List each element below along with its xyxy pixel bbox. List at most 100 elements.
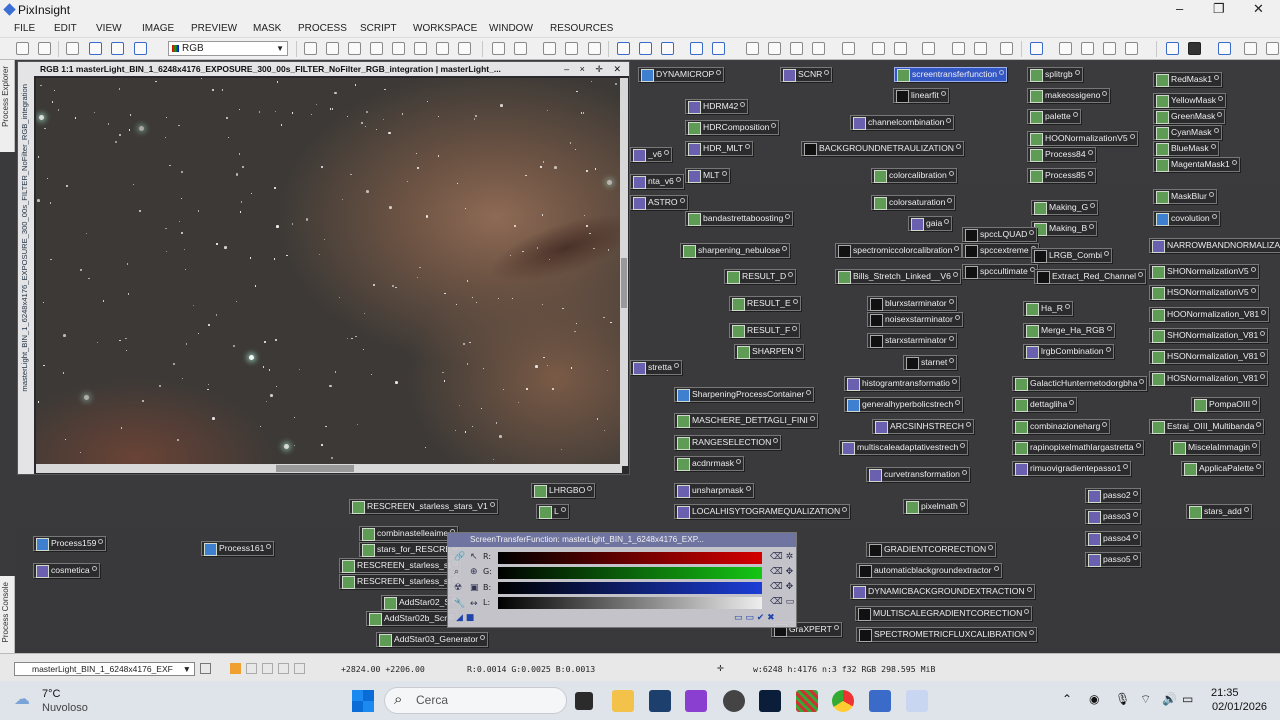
boost-icon[interactable]: ▣ xyxy=(470,583,479,593)
menu-view[interactable]: VIEW xyxy=(96,23,122,34)
image-id-tab[interactable]: masterLight_BIN_1_6248x4176_EXPOSURE_300… xyxy=(18,76,34,474)
process-icon[interactable]: linearfit xyxy=(893,88,949,103)
zoom-icon[interactable]: ⌕ xyxy=(454,567,459,577)
process-console-tab[interactable]: Process Console xyxy=(0,576,15,653)
menu-script[interactable]: SCRIPT xyxy=(360,23,397,34)
process-icon[interactable]: nta_v6 xyxy=(630,174,684,189)
process-icon[interactable]: multiscaleadaptativestrech xyxy=(839,440,969,455)
process-icon[interactable]: NARROWBANDNORMALIZA xyxy=(1149,238,1280,253)
process-icon[interactable]: channelcombination xyxy=(850,115,955,130)
select-icon[interactable]: ↖ xyxy=(470,552,478,562)
process-icon[interactable]: rimuovigradientepasso1 xyxy=(1012,461,1132,476)
windows-start-icon[interactable] xyxy=(352,690,374,712)
menu-file[interactable]: FILE xyxy=(14,23,35,34)
process-icon[interactable]: HOSNormalization_V81 xyxy=(1149,371,1269,386)
auto-stretch-icon[interactable]: ☢ xyxy=(454,583,462,593)
process-icon[interactable]: spccextreme xyxy=(962,243,1039,258)
undo-icon[interactable] xyxy=(16,42,29,55)
process-icon[interactable]: passo2 xyxy=(1085,488,1141,503)
process-icon[interactable]: stretta xyxy=(630,360,682,375)
zoom-out-icon[interactable] xyxy=(514,42,527,55)
zoom-1-icon[interactable] xyxy=(588,42,601,55)
process-icon[interactable]: Estrai_OIII_Multibanda xyxy=(1149,419,1265,434)
process-icon[interactable]: GreenMask xyxy=(1153,109,1226,124)
tool-1-icon[interactable] xyxy=(746,42,759,55)
process-icon[interactable]: histogramtransformatio xyxy=(844,376,960,391)
process-icon[interactable]: GRADIENTCORRECTION xyxy=(866,542,997,557)
process-icon[interactable]: passo5 xyxy=(1085,552,1141,567)
tool-10-icon[interactable] xyxy=(1000,42,1013,55)
stf-red-slider[interactable] xyxy=(498,552,762,564)
mask-option-2-icon[interactable] xyxy=(262,663,273,674)
cloud-icon[interactable]: ☁ xyxy=(14,689,30,709)
preview-edit-icon[interactable] xyxy=(639,42,652,55)
process-icon[interactable]: HOONormalizationV5 xyxy=(1027,131,1138,146)
app-icon-4[interactable] xyxy=(796,690,818,712)
process-icon[interactable]: GalacticHuntermetodorgbha xyxy=(1012,376,1148,391)
volume-icon[interactable]: 🔊 xyxy=(1162,692,1177,706)
tool-4-icon[interactable] xyxy=(812,42,825,55)
process-icon[interactable]: generalhyperbolicstrech xyxy=(844,397,964,412)
process-icon[interactable]: LHRGBO xyxy=(531,483,596,498)
tool-6-icon[interactable] xyxy=(894,42,907,55)
microphone-icon[interactable]: 🎙 xyxy=(1115,692,1130,706)
process-icon[interactable]: starnet xyxy=(903,355,958,370)
process-icon[interactable]: bandastrettaboosting xyxy=(685,211,794,226)
process-icon[interactable]: LRGB_Combi xyxy=(1031,248,1113,263)
process-icon[interactable]: SHARPEN xyxy=(734,344,804,359)
menu-workspace[interactable]: WORKSPACE xyxy=(413,23,477,34)
process-icon[interactable]: Bills_Stretch_Linked__V6 xyxy=(835,269,961,284)
process-icon[interactable]: acdnrmask xyxy=(674,456,745,471)
process-icon[interactable]: gaia xyxy=(908,216,953,231)
process-icon[interactable]: automaticblackgroundextractor xyxy=(856,563,1002,578)
wifi-icon[interactable]: ⌔ xyxy=(1140,692,1151,707)
process-icon[interactable]: DYNAMICROP xyxy=(638,67,725,82)
process-explorer-tab[interactable]: Process Explorer xyxy=(0,60,15,152)
minimize-button[interactable]: – xyxy=(1176,1,1183,16)
pixinsight-task-icon[interactable] xyxy=(906,690,928,712)
process-icon[interactable]: Making_B xyxy=(1031,221,1098,236)
chrome-icon[interactable] xyxy=(832,690,854,712)
process-icon[interactable]: ARCSINHSTRECH xyxy=(872,419,975,434)
channel-select[interactable]: RGB ▼ xyxy=(168,41,288,56)
weather-temp[interactable]: 7°C xyxy=(42,688,60,700)
zoom-in-icon[interactable] xyxy=(492,42,505,55)
app-icon-5[interactable] xyxy=(869,690,891,712)
photoshop-icon[interactable] xyxy=(759,690,781,712)
wrench-icon[interactable]: 🔧 xyxy=(454,599,465,609)
workspace-5-icon[interactable] xyxy=(1125,42,1138,55)
reset-g-icon[interactable]: ⌫ ✥ xyxy=(770,567,793,577)
process-icon[interactable]: SPECTROMETRICFLUXCALIBRATION xyxy=(856,627,1038,642)
process-icon[interactable]: MASCHERE_DETTAGLI_FINI xyxy=(674,413,818,428)
process-icon[interactable]: SharpeningProcessContainer xyxy=(674,387,815,402)
process-icon[interactable]: lrgbCombination xyxy=(1023,344,1114,359)
process-icon[interactable]: PompaOIII xyxy=(1191,397,1261,412)
process-icon[interactable]: ApplicaPalette xyxy=(1181,461,1264,476)
horizontal-scrollbar[interactable] xyxy=(36,464,622,473)
process-icon[interactable]: HDRComposition xyxy=(685,120,780,135)
view-toggle-icon[interactable] xyxy=(200,663,211,674)
process-icon[interactable]: HDRM42 xyxy=(685,99,749,114)
process-icon[interactable]: covolution xyxy=(1153,211,1220,226)
process-icon[interactable]: combinazioneharg xyxy=(1012,419,1111,434)
preview-delete-icon[interactable] xyxy=(661,42,674,55)
process-icon[interactable]: rapinopixelmathlargastretta xyxy=(1012,440,1144,455)
workspace-2-icon[interactable] xyxy=(1059,42,1072,55)
view-selector[interactable]: masterLight_BIN_1_6248x4176_EXF ▼ xyxy=(14,662,195,676)
link-channels-icon[interactable]: 🔗 xyxy=(454,552,465,562)
app-icon-1[interactable] xyxy=(649,690,671,712)
mask-option-1-icon[interactable] xyxy=(246,663,257,674)
astro-image[interactable] xyxy=(36,78,622,466)
process-icon[interactable]: L xyxy=(536,504,569,519)
stf-dialog[interactable]: ScreenTransferFunction: masterLight_BIN_… xyxy=(447,532,797,628)
menu-resources[interactable]: RESOURCES xyxy=(550,23,613,34)
color-channel-icon[interactable] xyxy=(134,42,147,55)
process-icon[interactable]: BACKGROUNDNETRAULIZATION xyxy=(801,141,964,156)
screen-4-icon[interactable] xyxy=(1244,42,1257,55)
process-icon[interactable]: MiscelaImmagin xyxy=(1170,440,1261,455)
apply-icon[interactable]: ▭ ▭ ✔ ✖ xyxy=(734,613,775,623)
mask-show-icon[interactable] xyxy=(690,42,703,55)
process-icon[interactable]: colorcalibration xyxy=(871,168,957,183)
image-window-buttons[interactable]: ‒ × ✛ ✕ xyxy=(564,62,625,76)
screen-5-icon[interactable] xyxy=(1266,42,1279,55)
